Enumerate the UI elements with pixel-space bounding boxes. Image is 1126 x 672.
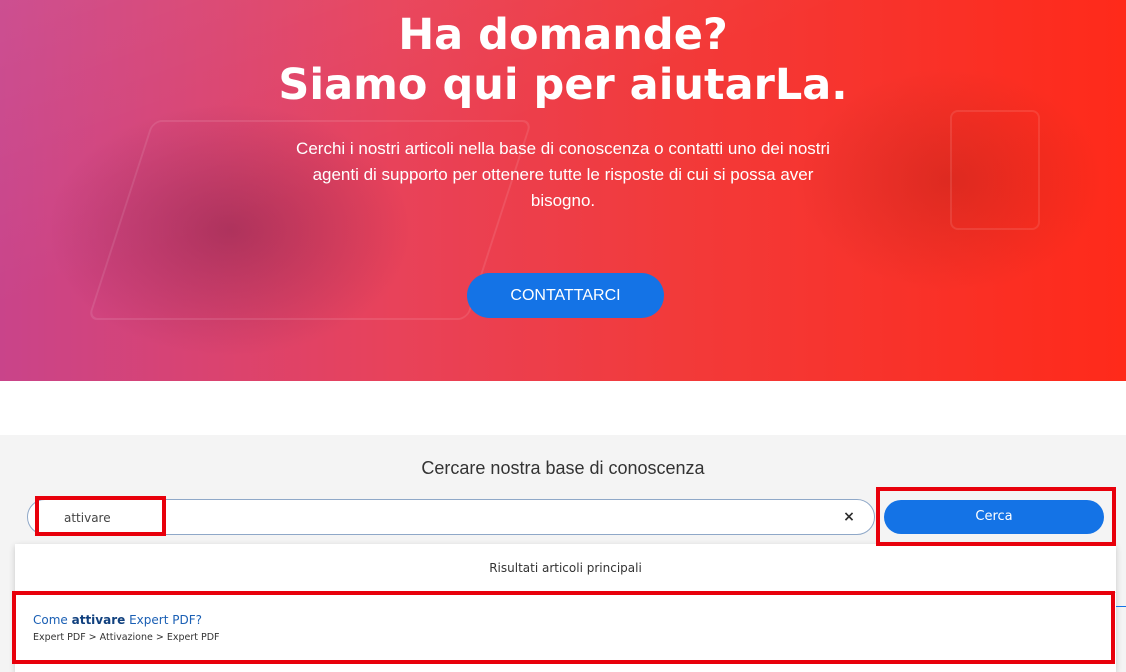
- result-item-breadcrumb: Expert PDF > Attivazione > Expert PDF: [33, 632, 220, 643]
- result-title-suffix: Expert PDF?: [125, 613, 202, 627]
- hero-subtitle: Cerchi i nostri articoli nella base di c…: [296, 139, 830, 210]
- result-title-prefix: Come: [33, 613, 72, 627]
- search-heading: Cercare nostra base di conoscenza: [421, 458, 705, 478]
- close-icon[interactable]: ×: [840, 507, 858, 527]
- search-box[interactable]: [27, 499, 875, 535]
- search-button[interactable]: Cerca: [884, 500, 1104, 534]
- result-item-title[interactable]: Come attivare Expert PDF?: [33, 612, 202, 628]
- result-title-match: attivare: [71, 613, 126, 627]
- hero-title-line2: Siamo qui per aiutarLa.: [278, 60, 848, 110]
- results-divider: [15, 592, 1116, 593]
- results-header: Risultati articoli principali: [489, 561, 642, 575]
- hero-banner: Ha domande? Siamo qui per aiutarLa. Cerc…: [0, 0, 1126, 381]
- cup-illustration: [950, 110, 1040, 230]
- hero-title-line1: Ha domande?: [398, 10, 728, 60]
- result-edge-line: [1116, 606, 1126, 607]
- search-input[interactable]: [64, 509, 154, 527]
- hero-title: Ha domande? Siamo qui per aiutarLa.: [0, 10, 1126, 110]
- contact-button[interactable]: CONTATTARCI: [467, 273, 664, 318]
